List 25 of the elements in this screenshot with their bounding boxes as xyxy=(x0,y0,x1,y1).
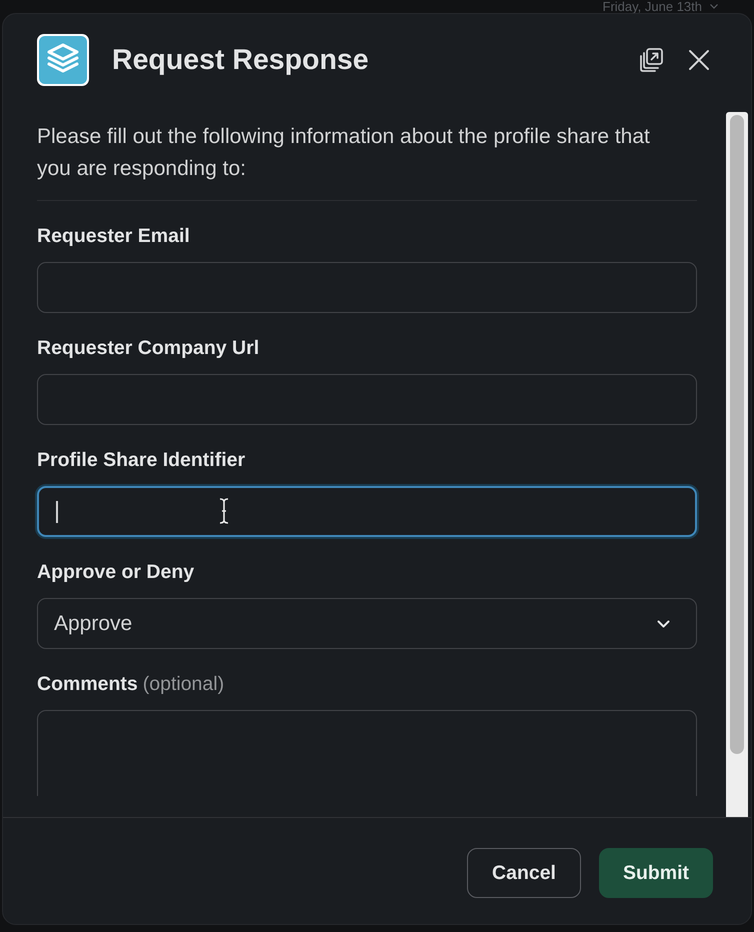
background-date-text: Friday, June 13th xyxy=(602,0,702,13)
instructions-text: Please fill out the following information about the profile share that you are responding to: xyxy=(37,124,651,182)
pop-out-icon[interactable] xyxy=(638,47,664,73)
field-label: Requester Company Url xyxy=(37,336,260,360)
text-caret xyxy=(56,500,58,522)
caret-down-icon xyxy=(710,4,718,9)
input-field[interactable] xyxy=(37,262,697,313)
field-label: Comments xyxy=(37,672,138,696)
optional-hint: (optional) xyxy=(142,672,224,696)
app-logo-icon xyxy=(37,34,89,86)
scrollbar-thumb[interactable] xyxy=(730,115,744,754)
dialog-title: Request Response xyxy=(112,43,369,77)
input-field[interactable] xyxy=(37,486,697,537)
chevron-down-icon xyxy=(657,620,670,628)
field-label: Requester Email xyxy=(37,224,190,248)
submit-button[interactable]: Submit xyxy=(599,848,713,898)
comment-text-area[interactable] xyxy=(37,710,697,796)
input-field[interactable] xyxy=(37,374,697,425)
field-label: Approve or Deny xyxy=(37,560,194,584)
dropdown-field[interactable]: Approve xyxy=(37,598,697,649)
close-icon[interactable] xyxy=(688,49,710,71)
cancel-button[interactable]: Cancel xyxy=(467,848,581,898)
i-beam-cursor-icon xyxy=(219,498,229,524)
scrollbar[interactable] xyxy=(726,112,748,817)
field-label: Profile Share Identifier xyxy=(37,448,246,472)
